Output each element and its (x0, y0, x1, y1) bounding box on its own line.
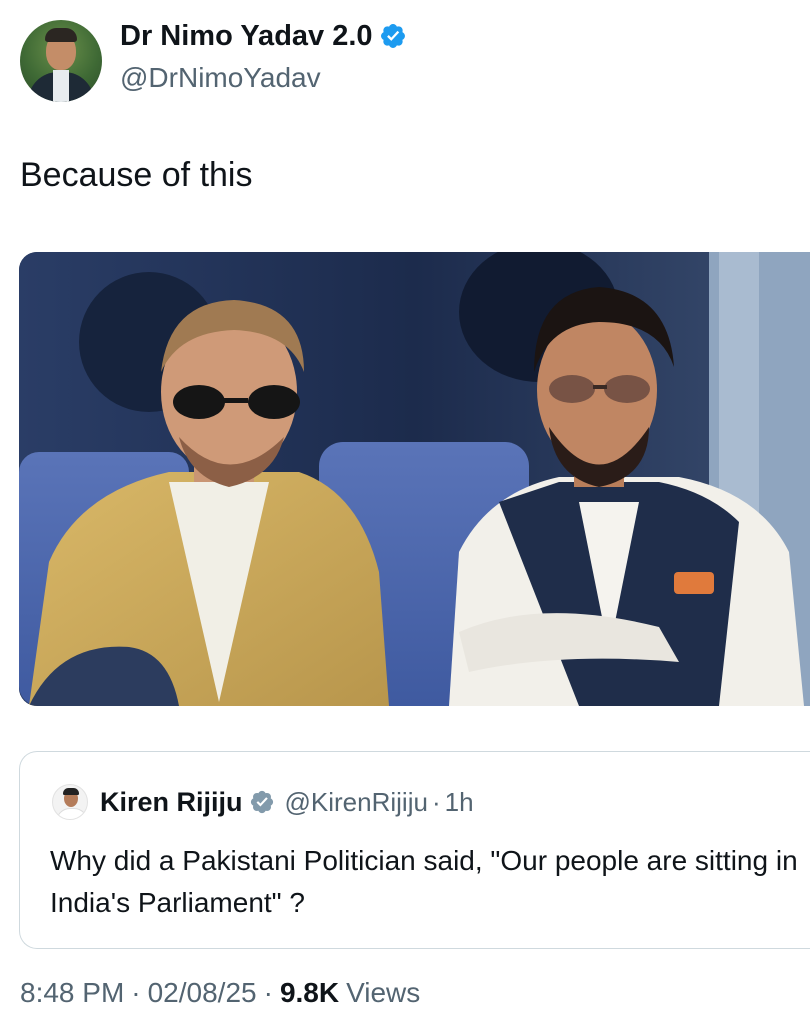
verified-badge-icon (250, 790, 273, 814)
quoted-avatar-body (56, 808, 87, 819)
avatar-shirt (53, 70, 69, 102)
quoted-handle[interactable]: @KirenRijiju (285, 787, 428, 818)
quoted-tweet[interactable]: Kiren Rijiju @KirenRijiju · 1h Why did a… (19, 751, 810, 949)
tweet-meta: 8:48 PM · 02/08/25 · 9.8K Views (20, 977, 420, 1009)
quoted-header: Kiren Rijiju @KirenRijiju · 1h (100, 785, 474, 819)
quoted-timestamp[interactable]: 1h (445, 787, 474, 818)
views-count[interactable]: 9.8K (280, 977, 339, 1009)
tweet-time[interactable]: 8:48 PM (20, 977, 124, 1009)
quoted-author-avatar[interactable] (52, 784, 88, 820)
tweet-text: Because of this (20, 156, 253, 194)
views-label: Views (346, 977, 421, 1008)
author-avatar[interactable] (20, 20, 102, 102)
verified-badge-icon (380, 24, 405, 48)
quoted-separator: · (431, 786, 441, 817)
photo-illustration (19, 252, 810, 706)
quoted-text: Why did a Pakistani Politician said, "Ou… (50, 845, 798, 918)
avatar-hair (45, 28, 77, 42)
quoted-display-name[interactable]: Kiren Rijiju (100, 787, 243, 818)
meta-separator-2: · (263, 977, 273, 1008)
author-name-row[interactable]: Dr Nimo Yadav 2.0 (120, 18, 407, 54)
author-handle[interactable]: @DrNimoYadav (120, 62, 321, 94)
tweet-date[interactable]: 02/08/25 (148, 977, 257, 1009)
tweet-card: Dr Nimo Yadav 2.0 @DrNimoYadav Because o… (0, 0, 810, 1024)
quoted-avatar-hair (63, 788, 79, 795)
tweet-photo[interactable] (19, 252, 810, 706)
meta-separator: · (131, 977, 141, 1008)
author-display-name[interactable]: Dr Nimo Yadav 2.0 (120, 20, 373, 53)
